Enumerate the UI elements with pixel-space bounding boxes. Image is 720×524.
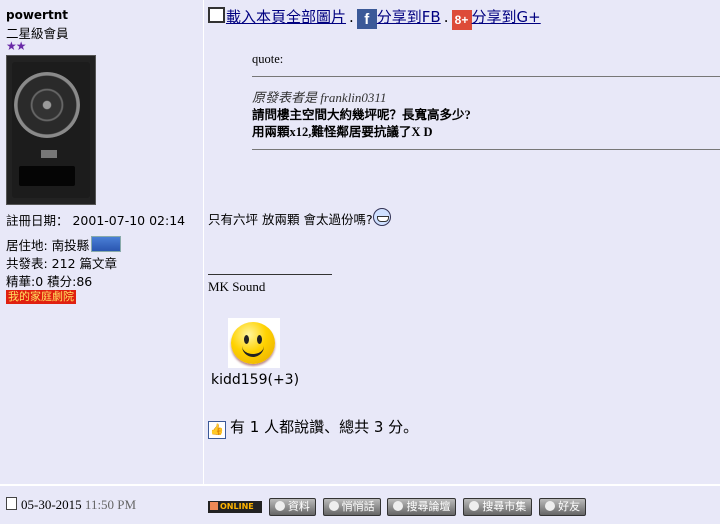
post-message: 只有六坪 放兩顆 會太過份嗎?: [208, 208, 391, 228]
google-plus-icon[interactable]: 8+: [451, 10, 472, 30]
profile-button[interactable]: 資料: [268, 498, 316, 516]
message-text: 只有六坪 放兩顆 會太過份嗎?: [208, 212, 373, 227]
share-gplus-link[interactable]: 分享到G+: [472, 8, 541, 26]
post-count: 共發表: 212 篇文章: [6, 256, 118, 271]
share-bar: 載入本頁全部圖片. f 分享到FB. 8+ 分享到G+: [208, 6, 541, 30]
registered-date: 註冊日期： 2001-07-10 02:14: [6, 213, 186, 228]
share-fb-link[interactable]: 分享到FB: [377, 8, 441, 26]
author-username[interactable]: powertnt: [6, 8, 68, 22]
post-content: 載入本頁全部圖片. f 分享到FB. 8+ 分享到G+ quote: 原發表者是 fra…: [204, 0, 720, 484]
add-friend-button[interactable]: 好友: [539, 498, 587, 516]
private-message-button[interactable]: 悄悄話: [322, 498, 381, 516]
rank-stars-icon: ★★: [6, 39, 26, 53]
author-avatar: [6, 55, 96, 205]
search-icon: [469, 501, 480, 511]
post-datetime: 05-30-2015 11:50 PM: [6, 497, 136, 513]
location-text: 居住地: 南投縣: [6, 238, 90, 253]
thumbs-up-icon[interactable]: 👍: [208, 421, 226, 439]
search-forum-button[interactable]: 搜尋論壇: [387, 498, 457, 516]
signature-divider: [208, 274, 332, 275]
post-footer: 05-30-2015 11:50 PM ONLINE 資料 悄悄話 搜尋論壇 搜…: [0, 485, 720, 524]
grin-emoticon-icon: [372, 208, 391, 226]
search-icon: [393, 501, 404, 511]
footer-buttons: ONLINE 資料 悄悄話 搜尋論壇 搜尋市集 好友: [208, 498, 587, 516]
friend-icon: [545, 501, 556, 511]
essence-score: 精華:0 積分:86: [6, 274, 93, 289]
likers-list[interactable]: kidd159(+3): [211, 372, 299, 388]
smiley-left-eye: [244, 335, 249, 344]
smiley-icon: [228, 318, 280, 368]
facebook-icon[interactable]: f: [356, 9, 377, 29]
pm-label: 悄悄話: [341, 500, 375, 513]
quote-label: quote:: [252, 52, 284, 66]
friend-label: 好友: [558, 500, 581, 513]
profile-label: 資料: [287, 500, 310, 513]
search-forum-label: 搜尋論壇: [406, 500, 451, 513]
online-status-badge: ONLINE: [208, 501, 262, 513]
online-text: ONLINE: [220, 502, 254, 511]
quote-box: 原發表者是 franklin0311 請問樓主空間大約幾坪呢？長寬高多少? 用兩…: [252, 76, 720, 150]
search-market-label: 搜尋市集: [482, 500, 527, 513]
search-market-button[interactable]: 搜尋市集: [463, 498, 533, 516]
online-indicator-icon: [210, 502, 218, 510]
likes-summary: 👍 有 1 人都說讚、總共 3 分。: [208, 416, 418, 439]
separator: .: [443, 8, 449, 26]
forum-post: powertnt 二星級會員 ★★ 註冊日期： 2001-07-10 02:14…: [0, 0, 720, 524]
post-time: 11:50 PM: [84, 497, 137, 512]
home-theater-link[interactable]: 我的家庭劇院: [6, 290, 76, 304]
speaker-port: [19, 166, 75, 186]
search-icon: [274, 501, 285, 511]
image-icon: [208, 7, 225, 23]
signature: MK Sound: [208, 279, 266, 294]
speaker-logo: [41, 150, 57, 158]
likes-text: 有 1 人都說讚、總共 3 分。: [230, 418, 419, 436]
post-date: 05-30-2015: [21, 497, 82, 512]
load-images-link[interactable]: 載入本頁全部圖片: [226, 8, 346, 26]
message-icon: [328, 501, 339, 511]
speaker-cone: [14, 72, 80, 138]
post-icon: [6, 497, 17, 510]
separator: .: [349, 8, 354, 26]
quote-text-line-2: 用兩顆x12,難怪鄰居要抗議了X D: [252, 125, 433, 139]
author-location: 居住地: 南投縣: [6, 235, 122, 254]
author-panel: powertnt 二星級會員 ★★ 註冊日期： 2001-07-10 02:14…: [0, 0, 204, 484]
smiley-mouth: [242, 344, 264, 357]
smiley-face: [231, 322, 275, 364]
smiley-right-eye: [257, 335, 262, 344]
map-badge-icon: [91, 236, 122, 252]
quote-block: quote: 原發表者是 franklin0311 請問樓主空間大約幾坪呢？長寬…: [252, 52, 720, 150]
